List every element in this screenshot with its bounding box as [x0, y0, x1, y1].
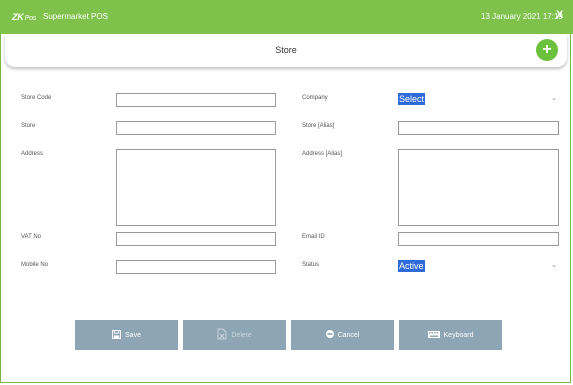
datetime-display: 13 January 2021 17:19 [481, 12, 563, 21]
app-name: Supermarket POS [43, 12, 108, 21]
top-bar: ZKPos Supermarket POS 13 January 2021 17… [0, 0, 573, 34]
email-id-input[interactable] [398, 232, 559, 246]
page-header: Store + [5, 34, 567, 67]
keyboard-button[interactable]: Keyboard [399, 320, 502, 350]
email-id-label: Email ID [302, 234, 325, 240]
save-button[interactable]: Save [75, 320, 178, 350]
status-label: Status [302, 262, 320, 268]
keyboard-icon [427, 330, 440, 340]
cancel-label: Cancel [337, 331, 360, 339]
mobile-no-label: Mobile No [21, 262, 49, 268]
no-entry-icon [325, 330, 334, 340]
delete-label: Delete [231, 331, 252, 339]
address-alias-label: Address [Alias] [302, 151, 343, 157]
delete-doc-icon [217, 328, 227, 342]
store-code-input[interactable] [116, 93, 276, 107]
add-button[interactable]: + [536, 39, 558, 61]
address-label: Address [21, 151, 44, 157]
company-select[interactable]: Select ⌄ [398, 92, 559, 107]
save-label: Save [125, 331, 141, 339]
company-selected-value: Select [398, 93, 426, 105]
floppy-disk-icon [112, 329, 122, 341]
vat-no-input[interactable] [116, 232, 276, 246]
store-label: Store [21, 123, 36, 129]
close-button[interactable]: X [556, 9, 563, 21]
company-label: Company [302, 95, 328, 101]
vat-no-label: VAT No [21, 234, 42, 240]
zkpos-logo: ZKPos [12, 12, 37, 22]
delete-button[interactable]: Delete [183, 320, 286, 350]
status-select[interactable]: Active ⌄ [398, 259, 559, 274]
address-alias-textarea[interactable] [398, 149, 559, 226]
store-code-label: Store Code [21, 95, 52, 101]
store-alias-input[interactable] [398, 121, 559, 135]
address-textarea[interactable] [116, 149, 276, 226]
mobile-no-input[interactable] [116, 260, 276, 274]
chevron-down-icon: ⌄ [551, 95, 557, 102]
store-alias-label: Store [Alias] [302, 123, 335, 129]
store-input[interactable] [116, 121, 276, 135]
cancel-button[interactable]: Cancel [291, 320, 394, 350]
keyboard-label: Keyboard [443, 331, 474, 339]
status-selected-value: Active [398, 260, 425, 272]
chevron-down-icon: ⌄ [551, 262, 557, 269]
page-title: Store [275, 45, 297, 55]
